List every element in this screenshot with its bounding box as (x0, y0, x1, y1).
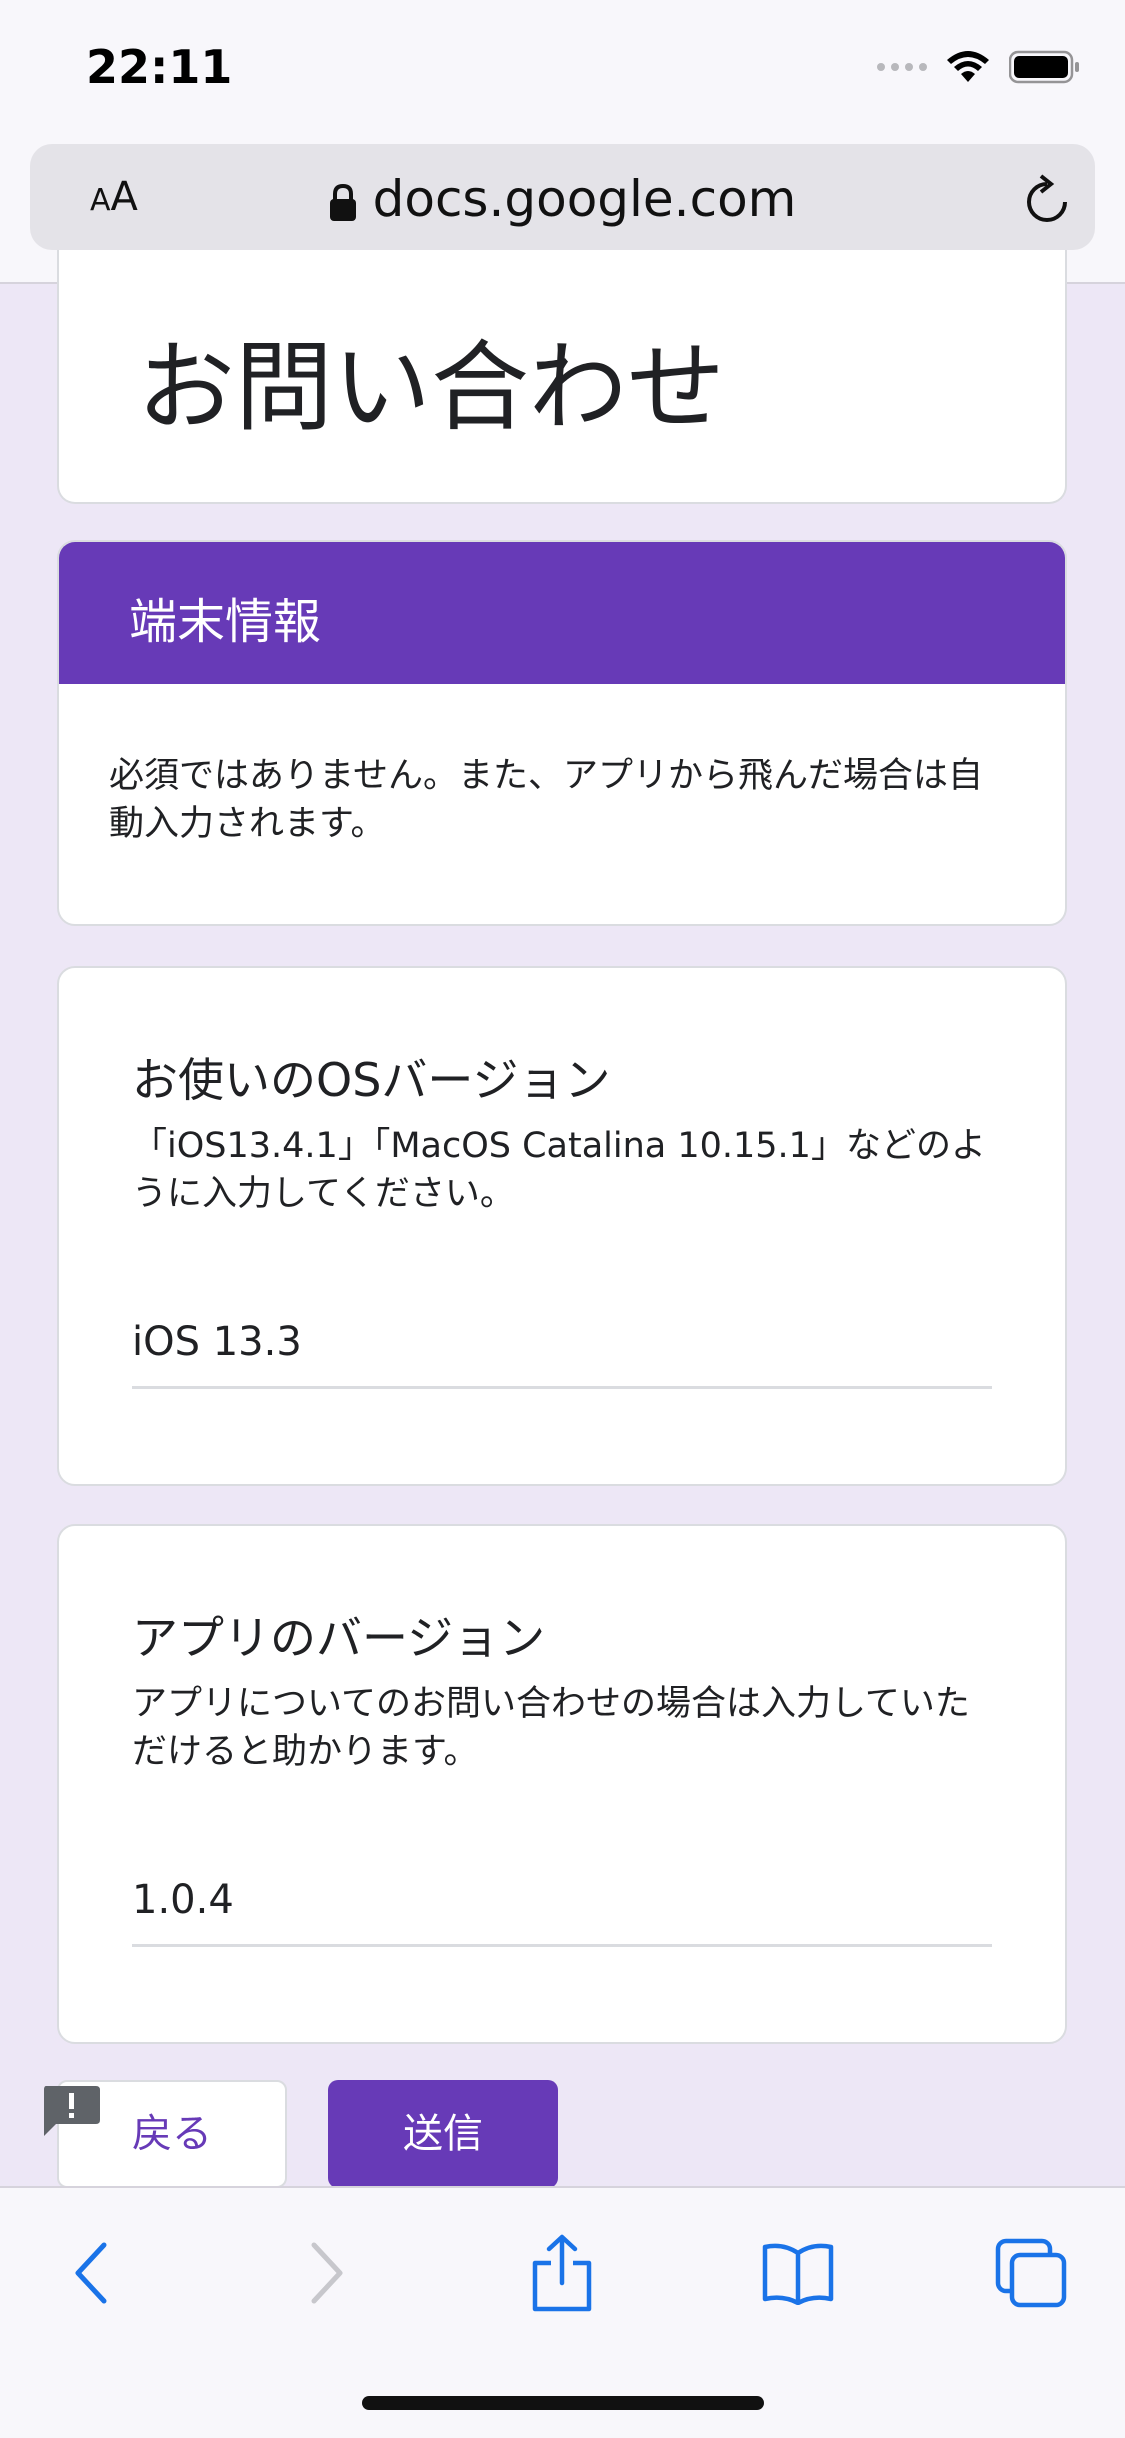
form-title-card: お問い合わせ (57, 250, 1067, 504)
report-problem-icon[interactable] (40, 2084, 102, 2136)
forward-arrow-icon[interactable] (286, 2228, 366, 2318)
status-bar: 22:11 (0, 0, 1125, 140)
os-version-input[interactable]: iOS 13.3 (132, 1312, 992, 1389)
home-indicator (362, 2396, 764, 2410)
url-text: docs.google.com (372, 170, 797, 228)
address-bar[interactable]: AA docs.google.com (30, 144, 1095, 250)
section-header: 端末情報 (59, 542, 1065, 684)
section-title: 端末情報 (129, 594, 322, 650)
status-icons (877, 50, 1081, 84)
wifi-icon (947, 51, 989, 82)
question-card-app-version: アプリのバージョン アプリについてのお問い合わせの場合は入力していただけると助か… (57, 1524, 1067, 2044)
lock-icon (329, 183, 356, 221)
share-icon[interactable] (522, 2228, 602, 2318)
url-display[interactable]: docs.google.com (30, 170, 1095, 228)
section-card: 端末情報 必須ではありません。また、アプリから飛んだ場合は自動入力されます。 (57, 540, 1067, 926)
cellular-signal-icon (877, 63, 927, 71)
app-version-input[interactable]: 1.0.4 (132, 1870, 992, 1947)
submit-button[interactable]: 送信 (328, 2080, 558, 2188)
status-time: 22:11 (86, 40, 233, 94)
reload-icon[interactable] (1021, 172, 1073, 228)
form-title: お問い合わせ (137, 331, 726, 445)
question-card-os-version: お使いのOSバージョン 「iOS13.4.1」「MacOS Catalina 1… (57, 966, 1067, 1486)
battery-icon (1009, 50, 1079, 84)
back-arrow-icon[interactable] (52, 2228, 132, 2318)
section-description: 必須ではありません。また、アプリから飛んだ場合は自動入力されます。 (109, 756, 983, 844)
tabs-icon[interactable] (992, 2228, 1072, 2318)
question-help-text: アプリについてのお問い合わせの場合は入力していただけると助かります。 (132, 1684, 970, 1772)
bookmarks-icon[interactable] (758, 2228, 838, 2318)
question-title: お使いのOSバージョン (132, 1053, 611, 1107)
question-help-text: 「iOS13.4.1」「MacOS Catalina 10.15.1」などのよう… (132, 1126, 986, 1214)
question-title: アプリのバージョン (132, 1611, 546, 1665)
